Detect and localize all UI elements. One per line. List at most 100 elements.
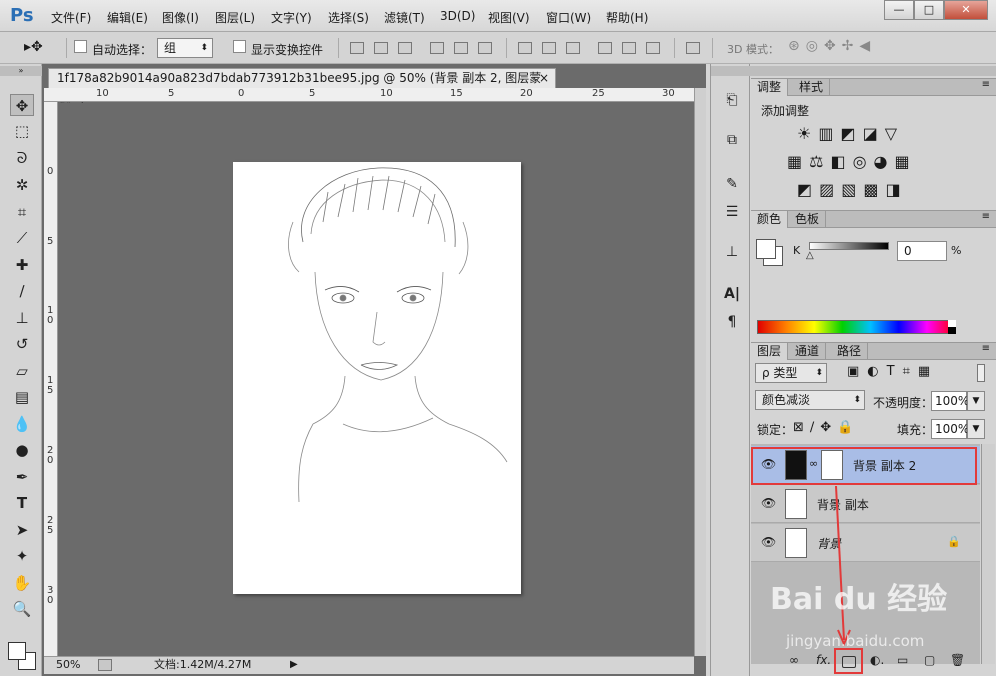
panel-menu-icon[interactable]: ≡ <box>982 211 990 222</box>
fill-dropdown-icon[interactable]: ▼ <box>967 419 985 439</box>
page-icon[interactable] <box>98 659 112 671</box>
distribute-hcenter-icon[interactable] <box>622 42 636 54</box>
eye-icon[interactable]: 👁 <box>761 496 776 510</box>
fx-icon[interactable]: fx. <box>816 653 831 667</box>
k-value-input[interactable]: 0 <box>897 241 947 261</box>
panel-menu-icon[interactable]: ≡ <box>982 343 990 354</box>
3d-tool-icons[interactable]: ⊛◎✥✢◀ <box>788 38 876 54</box>
menu-layer[interactable]: 图层(L) <box>215 9 255 26</box>
status-arrow-icon[interactable]: ▶ <box>290 657 298 673</box>
panel-menu-icon[interactable]: ≡ <box>982 79 990 90</box>
blur-tool-icon[interactable]: 💧 <box>10 413 34 435</box>
white-swatch[interactable] <box>948 320 956 327</box>
auto-align-icon[interactable] <box>686 42 700 54</box>
align-hcenter-icon[interactable] <box>454 42 468 54</box>
maximize-button[interactable]: □ <box>914 0 944 20</box>
paragraph-panel-icon[interactable]: ¶ <box>721 314 743 332</box>
menu-help[interactable]: 帮助(H) <box>606 9 648 26</box>
tab-swatches[interactable]: 色板 <box>789 211 827 228</box>
layer-row[interactable]: 👁 背景 🔒 <box>751 524 980 562</box>
healing-brush-tool-icon[interactable]: ✚ <box>10 254 34 276</box>
vertical-scrollbar[interactable] <box>694 88 706 656</box>
eyedropper-tool-icon[interactable]: ⟋ <box>10 227 34 249</box>
adjustment-icons-row-2[interactable]: ▦⚖◧◎◕▦ <box>787 152 917 171</box>
new-layer-icon[interactable]: ▢ <box>924 653 935 667</box>
trash-icon[interactable]: 🗑 <box>950 653 965 667</box>
history-panel-icon[interactable]: ⎗ <box>721 92 743 110</box>
align-bottom-icon[interactable] <box>398 42 412 54</box>
move-tool-icon[interactable]: ▸✥ <box>24 39 43 55</box>
adjustment-icons-row-1[interactable]: ☀▥◩◪▽ <box>797 124 904 143</box>
pen-tool-icon[interactable]: ✒ <box>10 466 34 488</box>
tab-adjustments[interactable]: 调整 <box>751 79 789 96</box>
dodge-tool-icon[interactable]: ● <box>10 439 34 461</box>
menu-3d[interactable]: 3D(D) <box>440 9 475 23</box>
adjustment-layer-icon[interactable]: ◐. <box>870 653 884 667</box>
link-layers-icon[interactable]: ∞ <box>789 653 799 667</box>
layers-scrollbar[interactable] <box>981 444 995 664</box>
brush-panel-icon[interactable]: ✎ <box>721 176 743 194</box>
opacity-input[interactable]: 100% <box>931 391 969 411</box>
path-selection-tool-icon[interactable]: ➤ <box>10 519 34 541</box>
menu-view[interactable]: 视图(V) <box>488 9 530 26</box>
history-brush-tool-icon[interactable]: ↺ <box>10 333 34 355</box>
distribute-top-icon[interactable] <box>518 42 532 54</box>
group-folder-icon[interactable]: ▭ <box>897 653 908 667</box>
3d-panel-icon[interactable]: ⧉ <box>721 132 743 150</box>
layer-row[interactable]: 👁 背景 副本 <box>751 485 980 523</box>
gradient-tool-icon[interactable]: ▤ <box>10 386 34 408</box>
stamp-tool-icon[interactable]: ⊥ <box>10 307 34 329</box>
tab-paths[interactable]: 路径 <box>831 343 869 360</box>
move-tool-icon[interactable]: ✥ <box>10 94 34 116</box>
brush-tool-icon[interactable]: ∕ <box>10 280 34 302</box>
shape-tool-icon[interactable]: ✦ <box>10 545 34 567</box>
color-foreground-swatch[interactable] <box>756 239 776 259</box>
lock-icons[interactable]: ⊠∕✥🔒 <box>793 420 859 435</box>
panels-collapse-bar[interactable] <box>751 66 996 76</box>
close-tab-icon[interactable]: × <box>539 69 549 88</box>
menu-image[interactable]: 图像(I) <box>162 9 199 26</box>
show-transform-checkbox[interactable] <box>233 40 246 53</box>
eraser-tool-icon[interactable]: ▱ <box>10 360 34 382</box>
black-swatch[interactable] <box>948 327 956 334</box>
eye-icon[interactable]: 👁 <box>761 535 776 549</box>
auto-select-checkbox[interactable] <box>74 40 87 53</box>
marquee-tool-icon[interactable]: ⬚ <box>10 120 34 142</box>
lasso-tool-icon[interactable]: ᘐ <box>10 147 34 169</box>
slider-handle-icon[interactable]: △ <box>806 250 814 261</box>
menu-edit[interactable]: 编辑(E) <box>107 9 148 26</box>
document-tab[interactable]: 1f178a82b9014a90a823d7bdab773912b31bee95… <box>48 68 556 104</box>
blend-mode-dropdown[interactable]: 颜色减淡 ⬍ <box>755 390 865 410</box>
strip-collapse-bar[interactable] <box>711 66 751 76</box>
align-top-icon[interactable] <box>350 42 364 54</box>
k-slider[interactable] <box>809 242 889 250</box>
menu-file[interactable]: 文件(F) <box>51 9 91 26</box>
brush-presets-icon[interactable]: ☰ <box>721 204 743 222</box>
align-right-icon[interactable] <box>478 42 492 54</box>
character-panel-icon[interactable]: A| <box>721 286 743 304</box>
distribute-right-icon[interactable] <box>646 42 660 54</box>
foreground-color-swatch[interactable] <box>8 642 26 660</box>
tab-channels[interactable]: 通道 <box>789 343 827 360</box>
canvas-image[interactable] <box>233 162 521 594</box>
zoom-tool-icon[interactable]: 🔍 <box>10 598 34 620</box>
type-tool-icon[interactable]: T <box>10 492 34 514</box>
layer-thumbnail[interactable] <box>785 528 807 558</box>
fill-input[interactable]: 100% <box>931 419 969 439</box>
hand-tool-icon[interactable]: ✋ <box>10 572 34 594</box>
color-spectrum-bar[interactable] <box>757 320 956 334</box>
distribute-vcenter-icon[interactable] <box>542 42 556 54</box>
menu-window[interactable]: 窗口(W) <box>546 9 591 26</box>
zoom-level[interactable]: 50% <box>56 657 80 673</box>
menu-select[interactable]: 选择(S) <box>328 9 369 26</box>
toolbox-collapse-icon[interactable]: » <box>0 66 42 76</box>
menu-filter[interactable]: 滤镜(T) <box>384 9 425 26</box>
adjustment-icons-row-3[interactable]: ◩▨▧▩◨ <box>797 180 908 199</box>
tab-layers[interactable]: 图层 <box>751 343 789 360</box>
filter-toggle[interactable] <box>977 364 985 382</box>
align-left-icon[interactable] <box>430 42 444 54</box>
crop-tool-icon[interactable]: ⌗ <box>10 201 34 223</box>
tab-styles[interactable]: 样式 <box>793 79 831 96</box>
clone-source-icon[interactable]: ⊥ <box>721 244 743 262</box>
minimize-button[interactable]: — <box>884 0 914 20</box>
